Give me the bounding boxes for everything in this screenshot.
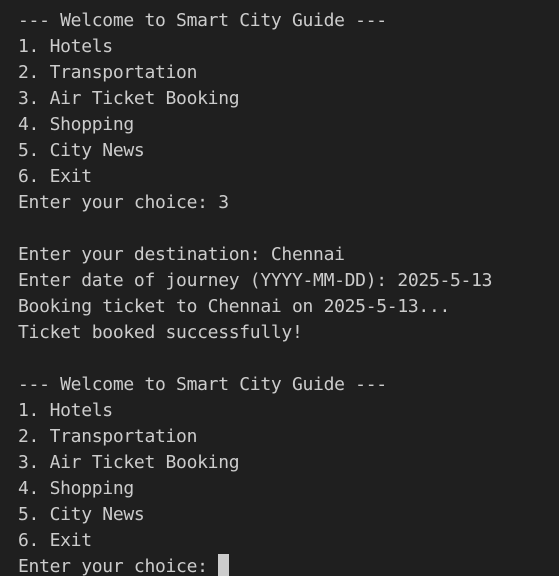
terminal-line: Enter your destination: Chennai <box>18 244 345 265</box>
input-prompt-line[interactable]: Enter your choice: <box>18 554 559 576</box>
terminal-line: --- Welcome to Smart City Guide --- <box>18 10 387 31</box>
terminal-line: 1. Hotels <box>18 400 113 421</box>
terminal-line: Enter your choice: 3 <box>18 192 229 213</box>
terminal-line: 5. City News <box>18 140 145 161</box>
terminal-line: 2. Transportation <box>18 62 198 83</box>
input-prompt: Enter your choice: <box>18 556 219 576</box>
terminal-line: 6. Exit <box>18 166 92 187</box>
terminal-line: Enter date of journey (YYYY-MM-DD): 2025… <box>18 270 493 291</box>
text-cursor <box>218 554 230 576</box>
terminal-line: 1. Hotels <box>18 36 113 57</box>
terminal-line: 5. City News <box>18 504 145 525</box>
terminal-line: 3. Air Ticket Booking <box>18 88 240 109</box>
terminal-line: 2. Transportation <box>18 426 198 447</box>
terminal-line: 3. Air Ticket Booking <box>18 452 240 473</box>
terminal-line: 4. Shopping <box>18 478 134 499</box>
terminal-output[interactable]: --- Welcome to Smart City Guide --- 1. H… <box>0 0 559 576</box>
terminal-line: Ticket booked successfully! <box>18 322 303 343</box>
terminal-line: --- Welcome to Smart City Guide --- <box>18 374 387 395</box>
terminal-line: Booking ticket to Chennai on 2025-5-13..… <box>18 296 451 317</box>
terminal-line: 6. Exit <box>18 530 92 551</box>
terminal-line: 4. Shopping <box>18 114 134 135</box>
